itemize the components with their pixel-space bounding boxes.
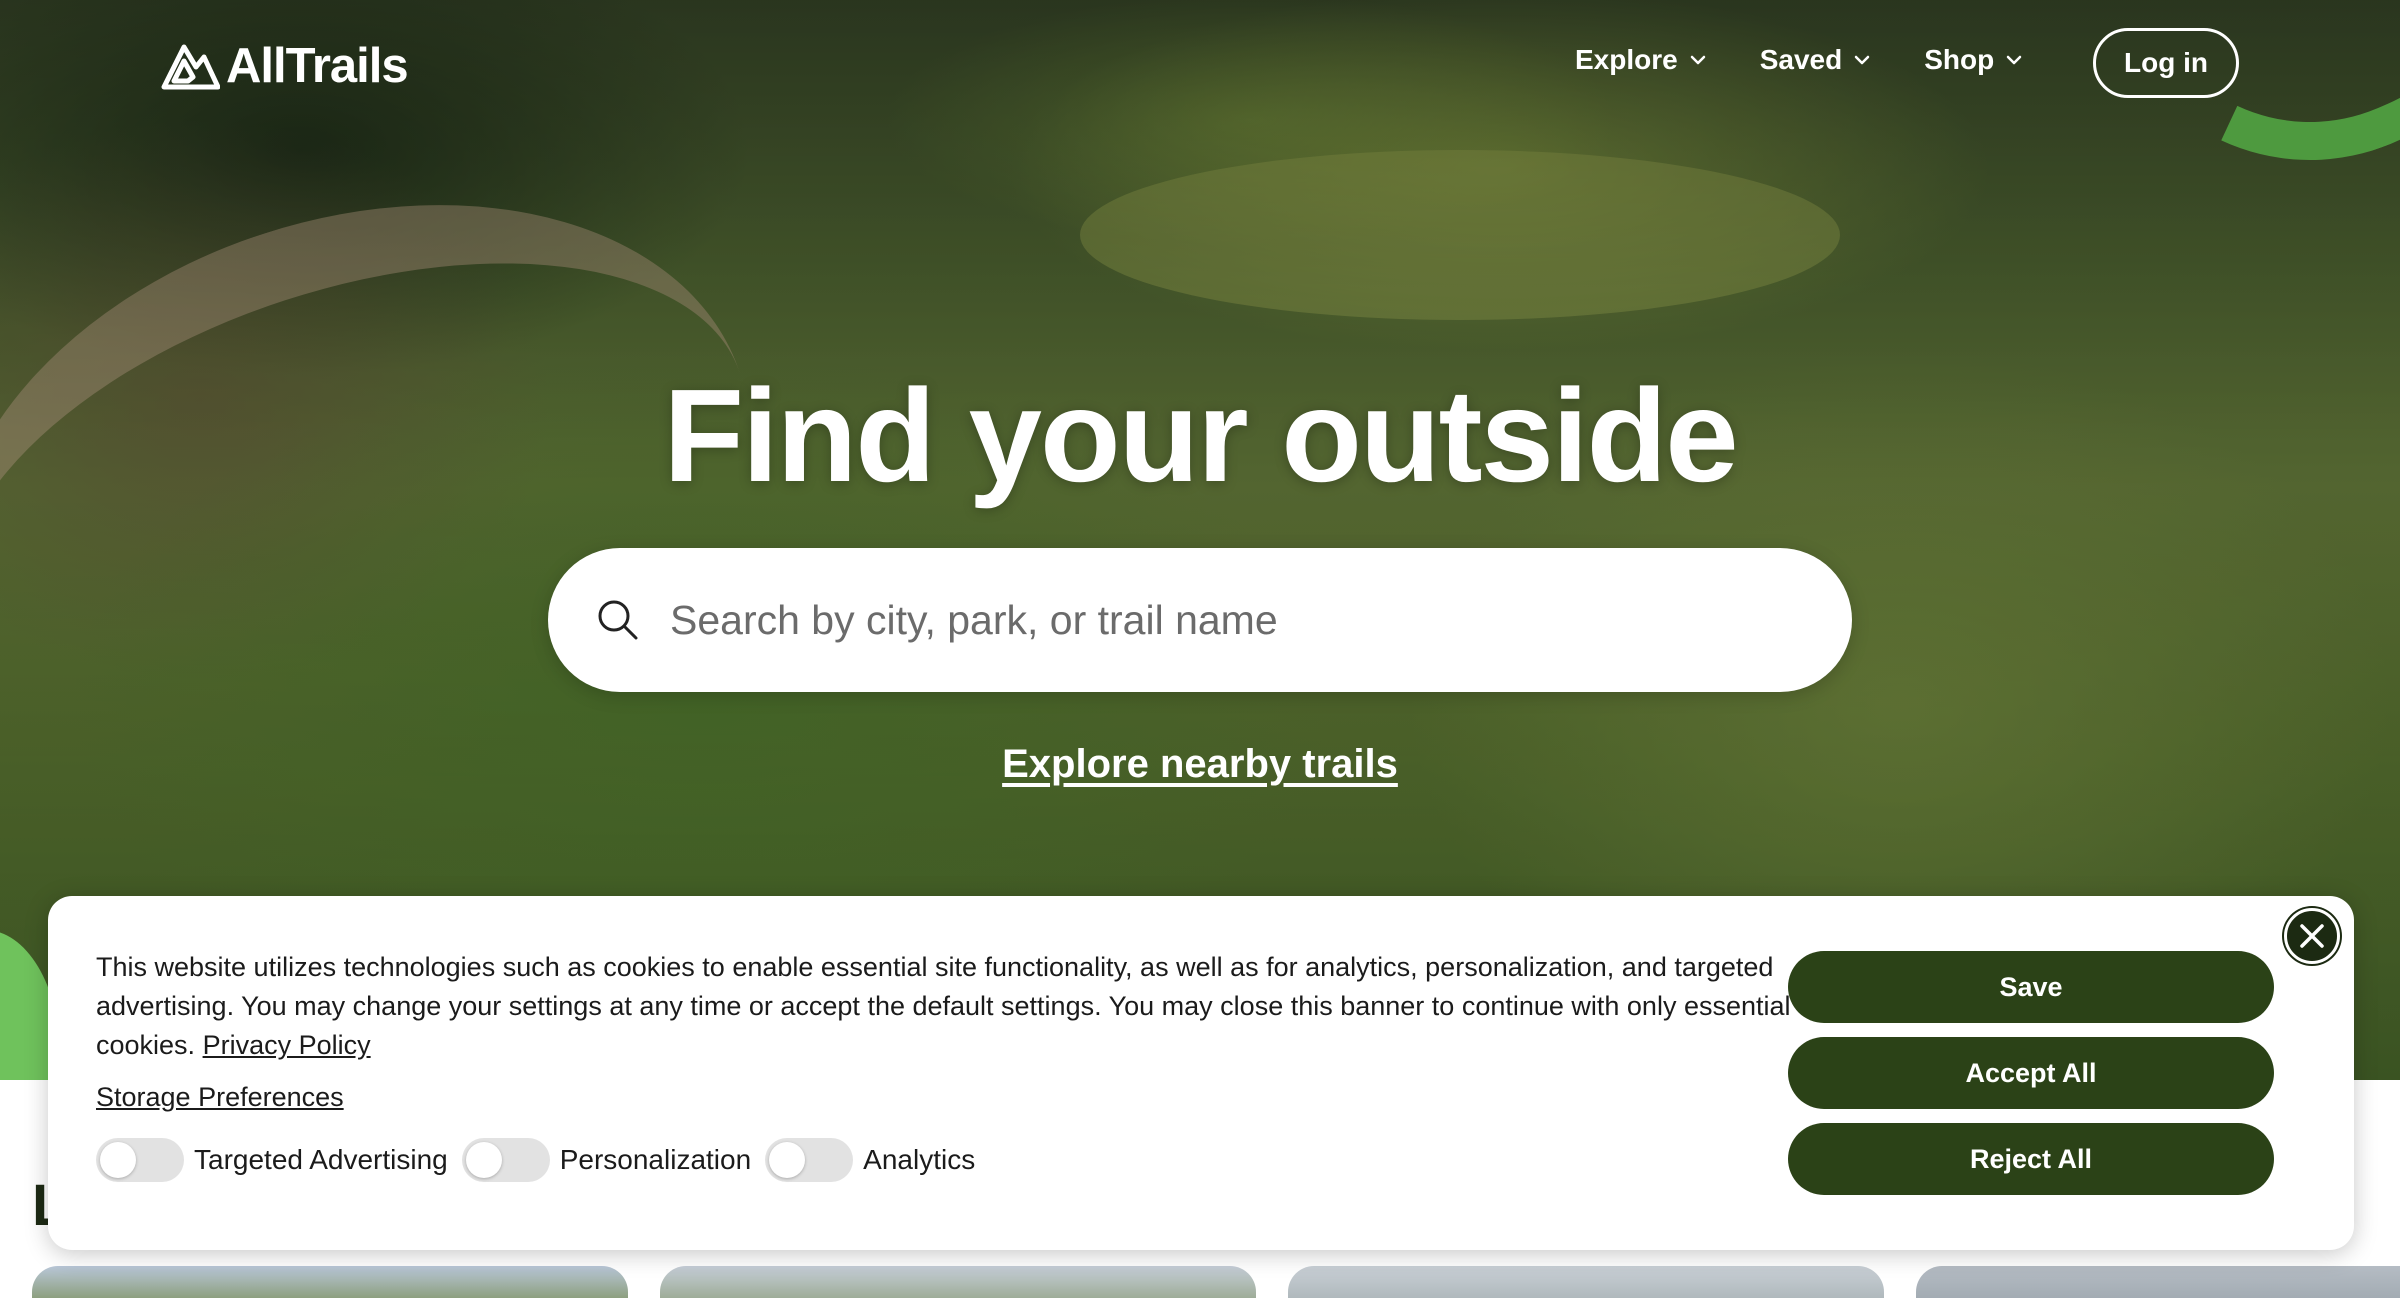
chevron-down-icon <box>2006 55 2022 65</box>
close-icon <box>2300 924 2324 948</box>
switch-knob <box>465 1142 502 1178</box>
search-input[interactable] <box>670 596 1770 644</box>
toggle-label: Analytics <box>863 1144 976 1175</box>
toggle-analytics: Analytics <box>765 1138 975 1182</box>
nav-explore[interactable]: Explore <box>1575 44 1708 76</box>
toggle-label: Targeted Advertising <box>194 1144 448 1175</box>
chevron-down-icon <box>1854 55 1870 65</box>
cookie-toggles: Targeted Advertising Personalization Ana… <box>96 1138 989 1182</box>
search-bar[interactable] <box>548 548 1852 692</box>
reject-all-button[interactable]: Reject All <box>1788 1123 2274 1195</box>
main-nav: Explore Saved Shop <box>1575 44 2024 76</box>
nearby-link-wrap: Explore nearby trails <box>0 742 2400 787</box>
toggle-targeted-advertising: Targeted Advertising <box>96 1138 448 1182</box>
explore-nearby-link[interactable]: Explore nearby trails <box>1002 742 1398 786</box>
analytics-switch[interactable] <box>765 1138 854 1182</box>
nav-shop-label: Shop <box>1924 44 1995 75</box>
trail-card[interactable] <box>660 1266 1256 1298</box>
close-banner-button[interactable] <box>2284 908 2340 964</box>
nav-saved[interactable]: Saved <box>1760 44 1873 76</box>
chevron-down-icon <box>1690 55 1705 65</box>
cookie-banner: This website utilizes technologies such … <box>48 896 2354 1250</box>
nav-explore-label: Explore <box>1575 44 1678 75</box>
toggle-personalization: Personalization <box>461 1138 752 1182</box>
brand-logo[interactable]: AllTrails <box>160 38 409 94</box>
search-icon <box>598 600 638 640</box>
toggle-label: Personalization <box>559 1144 752 1175</box>
nav-saved-label: Saved <box>1759 44 1843 75</box>
targeted-advertising-switch[interactable] <box>96 1138 184 1182</box>
save-button[interactable]: Save <box>1788 951 2274 1023</box>
switch-knob <box>100 1142 136 1178</box>
brand-name: AllTrails <box>226 39 409 93</box>
trail-card[interactable] <box>1288 1266 1884 1298</box>
nav-shop[interactable]: Shop <box>1924 44 2024 76</box>
trail-card[interactable] <box>1916 1266 2400 1298</box>
page-title: Find your outside <box>663 362 1738 509</box>
storage-preferences-link[interactable]: Storage Preferences <box>96 1082 344 1113</box>
login-button[interactable]: Log in <box>2093 28 2239 98</box>
accept-all-button[interactable]: Accept All <box>1788 1037 2274 1109</box>
personalization-switch[interactable] <box>461 1138 550 1182</box>
cookie-message: This website utilizes technologies such … <box>96 948 1816 1065</box>
trail-card[interactable] <box>32 1266 628 1298</box>
switch-knob <box>769 1142 806 1178</box>
privacy-policy-link[interactable]: Privacy Policy <box>203 1030 371 1060</box>
mountain-logo-icon <box>161 44 220 90</box>
